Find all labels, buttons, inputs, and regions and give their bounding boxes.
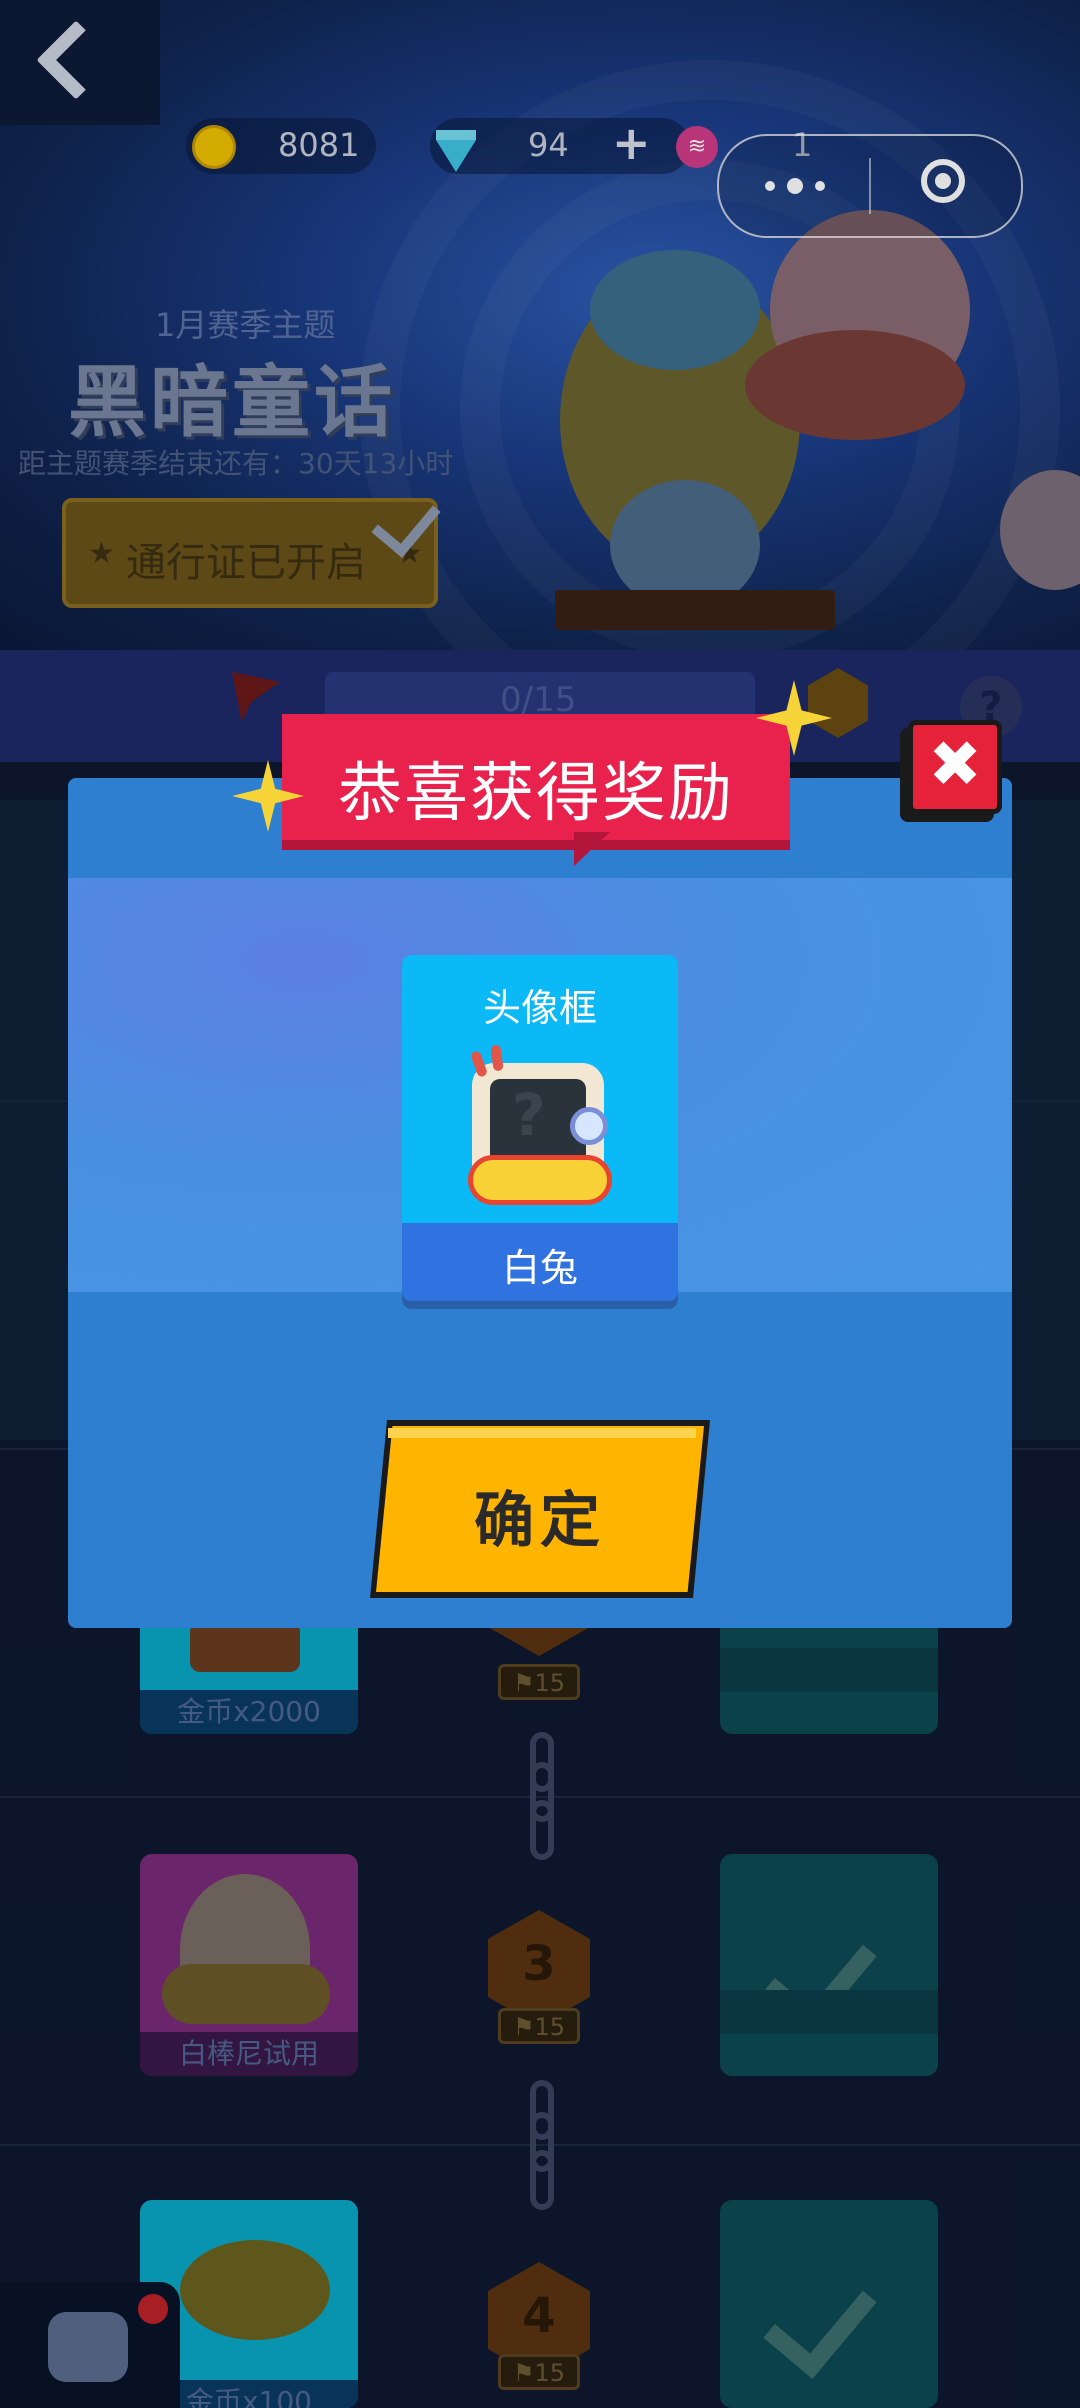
confirm-button-label: 确定 bbox=[474, 1486, 606, 1556]
close-dialog-button[interactable]: ✖ bbox=[908, 720, 1002, 814]
reward-card: 头像框 ? 白兔 bbox=[402, 955, 678, 1301]
confirm-button[interactable]: 确定 bbox=[370, 1420, 710, 1598]
reward-type-label: 头像框 bbox=[482, 986, 597, 1030]
avatar-placeholder-icon: ? bbox=[512, 1081, 546, 1149]
confirm-button-highlight bbox=[388, 1428, 696, 1438]
reward-name: 白兔 bbox=[501, 1246, 578, 1290]
ribbon-tail bbox=[574, 832, 610, 866]
monocle-icon bbox=[570, 1107, 608, 1145]
congrats-ribbon: 恭喜获得奖励 bbox=[282, 714, 790, 840]
ruff-collar-image bbox=[468, 1155, 612, 1205]
dialog-title: 恭喜获得奖励 bbox=[338, 757, 734, 831]
